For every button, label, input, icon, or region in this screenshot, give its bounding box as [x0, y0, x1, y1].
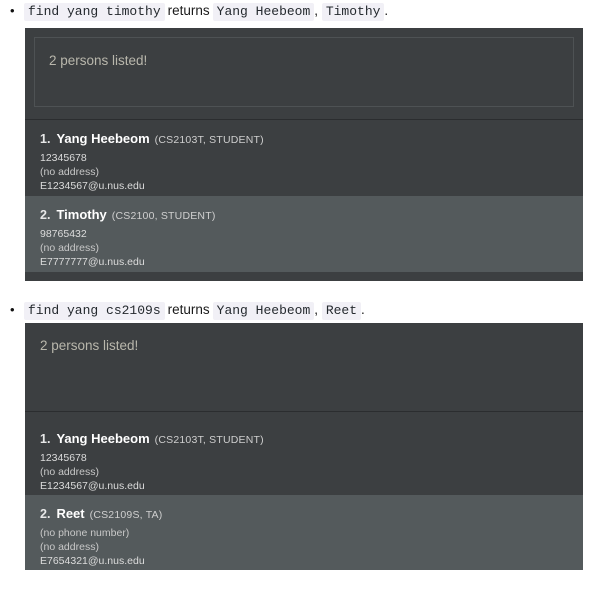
person-tags: (CS2103T, STUDENT): [154, 434, 264, 446]
result-card-1: 2 persons listed! 1. Yang Heebeom (CS2103T…: [25, 28, 583, 281]
result-panel-2: 2 persons listed!: [25, 323, 583, 411]
person-phone: 12345678: [40, 152, 87, 164]
result-name-2a: Yang Heebeom: [212, 302, 315, 320]
person-row[interactable]: 2. Timothy (CS2100, STUDENT) 98765432 (no …: [25, 196, 583, 272]
person-row[interactable]: 1. Yang Heebeom (CS2103T, STUDENT) 1234567…: [25, 420, 583, 495]
person-tags: (CS2100, STUDENT): [111, 210, 216, 222]
person-header: 2. Reet (CS2109S, TA): [40, 506, 583, 523]
person-address: (no address): [40, 166, 99, 178]
person-index: 2.: [40, 507, 51, 521]
person-phone: 12345678: [40, 452, 87, 464]
person-address: (no address): [40, 466, 99, 478]
panel-gap-2: [25, 412, 583, 420]
person-index: 1.: [40, 132, 51, 146]
comma-2: ,: [314, 302, 319, 317]
result-panel-wrap-1: 2 persons listed!: [25, 28, 583, 107]
result-panel-1: 2 persons listed!: [34, 37, 574, 107]
middle-word-2: returns: [167, 302, 210, 317]
person-email: E1234567@u.nus.edu: [40, 480, 145, 492]
bullet-sentence-1: find yang timothy returns Yang Heebeom, Ti…: [24, 0, 388, 23]
person-phone: (no phone number): [40, 527, 130, 539]
comma-1: ,: [314, 3, 319, 18]
person-name: Reet: [56, 506, 85, 521]
result-name-1a: Yang Heebeom: [212, 3, 315, 21]
result-card-2: 2 persons listed! 1. Yang Heebeom (CS2103T…: [25, 323, 583, 570]
middle-word-1: returns: [167, 3, 210, 18]
person-index: 2.: [40, 208, 51, 222]
bullet-marker-icon: [10, 0, 24, 22]
person-email: E7777777@u.nus.edu: [40, 256, 145, 268]
period-1: .: [384, 3, 389, 18]
command-code-1: find yang timothy: [24, 3, 165, 21]
bullet-marker-icon: [10, 299, 24, 321]
result-name-1b: Timothy: [321, 3, 385, 21]
person-name: Yang Heebeom: [56, 431, 150, 446]
period-2: .: [361, 302, 365, 317]
person-name: Timothy: [56, 207, 107, 222]
person-header: 2. Timothy (CS2100, STUDENT): [40, 207, 583, 224]
result-name-2b: Reet: [321, 302, 362, 320]
bullet-line-1: find yang timothyreturnsYang Heebeom, Ti…: [0, 0, 606, 22]
person-index: 1.: [40, 432, 51, 446]
status-text-2: 2 persons listed!: [40, 338, 139, 353]
bullet-entry-1: find yang timothyreturnsYang Heebeom, Ti…: [0, 0, 606, 22]
person-address: (no address): [40, 541, 99, 553]
person-header: 1. Yang Heebeom (CS2103T, STUDENT): [40, 431, 583, 448]
person-header: 1. Yang Heebeom (CS2103T, STUDENT): [40, 131, 583, 148]
person-tags: (CS2103T, STUDENT): [154, 134, 264, 146]
person-row[interactable]: 2. Reet (CS2109S, TA) (no phone number) (n…: [25, 495, 583, 570]
page-root: find yang timothyreturnsYang Heebeom, Ti…: [0, 0, 606, 616]
person-email: E1234567@u.nus.edu: [40, 180, 145, 192]
panel-gap-1: [25, 107, 583, 119]
status-text-1: 2 persons listed!: [49, 53, 148, 68]
person-row[interactable]: 1. Yang Heebeom (CS2103T, STUDENT) 1234567…: [25, 120, 583, 196]
bullet-sentence-2: find yang cs2109s returns Yang Heebeom, Re…: [24, 299, 365, 322]
person-address: (no address): [40, 242, 99, 254]
person-phone: 98765432: [40, 228, 87, 240]
command-code-2: find yang cs2109s: [24, 302, 165, 320]
person-name: Yang Heebeom: [56, 131, 150, 146]
person-email: E7654321@u.nus.edu: [40, 555, 145, 567]
bullet-entry-2: find yang cs2109sreturnsYang Heebeom, Re…: [0, 299, 606, 321]
person-tags: (CS2109S, TA): [89, 509, 163, 521]
bullet-line-2: find yang cs2109sreturnsYang Heebeom, Re…: [0, 299, 606, 321]
